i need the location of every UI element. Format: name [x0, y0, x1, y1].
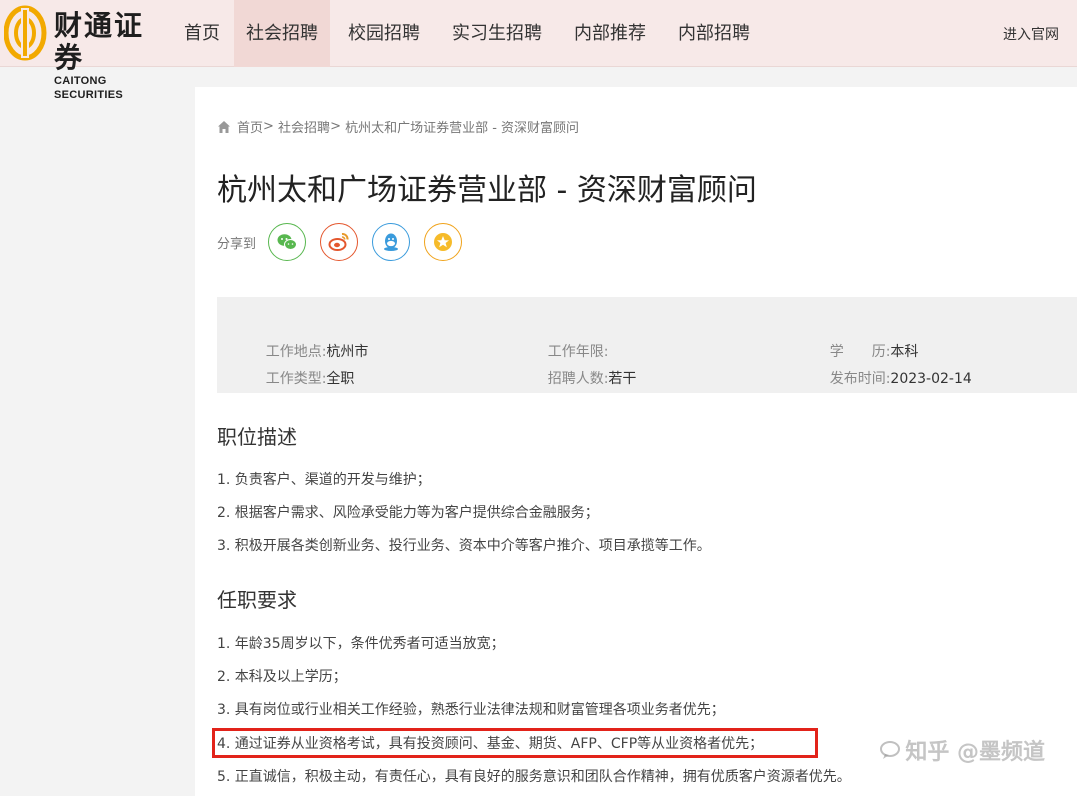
top-navigation-bar: 财通证券 CAITONG SECURITIES 首页 社会招聘 校园招聘 实习生… — [0, 0, 1077, 101]
home-icon — [218, 120, 230, 133]
breadcrumb-separator: > — [263, 119, 279, 134]
caitong-logo-mark-icon — [4, 5, 47, 61]
info-job-type: 工作类型:全职 — [239, 349, 355, 409]
info-value: 若干 — [608, 371, 637, 387]
logo-text: 财通证券 CAITONG SECURITIES — [54, 10, 170, 102]
share-favorite-button[interactable] — [424, 223, 463, 261]
highlight-annotation-box — [212, 728, 818, 758]
official-site-link[interactable]: 进入官网 — [1003, 24, 1059, 44]
nav-campus-recruitment[interactable]: 校园招聘 — [334, 0, 434, 67]
requirement-item: 2. 本科及以上学历； — [217, 669, 347, 685]
weibo-icon — [328, 233, 349, 251]
nav-internal-recruitment[interactable]: 内部招聘 — [664, 0, 764, 67]
share-qq-button[interactable] — [372, 223, 411, 261]
info-publish-date: 发布时间:2023-02-14 — [803, 349, 972, 409]
qq-icon — [384, 233, 399, 251]
description-item: 1. 负责客户、渠道的开发与维护； — [217, 472, 431, 488]
requirement-item: 5. 正直诚信，积极主动，有责任心，具有良好的服务意识和团队合作精神，拥有优质客… — [217, 769, 851, 785]
watermark: 知乎 @墨频道 — [879, 734, 1045, 766]
info-value: 全职 — [326, 371, 355, 387]
logo-name-cn: 财通证券 — [54, 9, 145, 74]
wechat-icon — [277, 234, 298, 250]
nav-social-recruitment[interactable]: 社会招聘 — [234, 0, 330, 67]
share-weibo-button[interactable] — [320, 223, 359, 261]
share-wechat-button[interactable] — [268, 223, 307, 261]
logo-name-en: CAITONG SECURITIES — [54, 75, 124, 101]
info-label: 招聘人数: — [547, 371, 609, 387]
share-label: 分享到 — [217, 236, 257, 252]
main-nav: 首页 社会招聘 校园招聘 实习生招聘 内部推荐 内部招聘 — [170, 0, 764, 67]
nav-intern-recruitment[interactable]: 实习生招聘 — [438, 0, 556, 67]
breadcrumb: 首页 > 社会招聘 > 杭州太和广场证券营业部 - 资深财富顾问 — [217, 117, 579, 136]
nav-internal-referral[interactable]: 内部推荐 — [560, 0, 660, 67]
requirements-section-title: 任职要求 — [217, 588, 297, 612]
caitong-logo[interactable]: 财通证券 CAITONG SECURITIES — [4, 4, 170, 101]
share-bar: 分享到 — [217, 223, 476, 261]
favorite-star-icon — [434, 233, 453, 251]
description-item: 2. 根据客户需求、风险承受能力等为客户提供综合金融服务； — [217, 505, 599, 521]
page-title: 杭州太和广场证券营业部 - 资深财富顾问 — [217, 173, 757, 208]
job-info-box: 工作地点:杭州市 工作年限: 学 历:本科 工作类型:全职 招聘人数:若干 发布… — [217, 297, 1077, 393]
description-item: 3. 积极开展各类创新业务、投行业务、资本中介等客户推介、项目承揽等工作。 — [217, 538, 711, 554]
breadcrumb-home[interactable]: 首页 — [237, 117, 263, 136]
breadcrumb-current: 杭州太和广场证券营业部 - 资深财富顾问 — [345, 121, 580, 136]
requirement-item: 3. 具有岗位或行业相关工作经验，熟悉行业法律法规和财富管理各项业务者优先； — [217, 702, 725, 718]
info-label: 发布时间: — [829, 371, 891, 387]
info-headcount: 招聘人数:若干 — [521, 349, 637, 409]
info-label: 工作类型: — [265, 371, 327, 387]
watermark-text: 知乎 @墨频道 — [905, 740, 1045, 765]
info-value: 2023-02-14 — [890, 371, 972, 387]
breadcrumb-separator: > — [330, 119, 346, 134]
requirement-item: 1. 年龄35周岁以下，条件优秀者可适当放宽； — [217, 636, 505, 652]
job-detail-card: 首页 > 社会招聘 > 杭州太和广场证券营业部 - 资深财富顾问 杭州太和广场证… — [195, 87, 1077, 796]
description-section-title: 职位描述 — [217, 425, 297, 449]
breadcrumb-social-recruitment[interactable]: 社会招聘 — [278, 117, 330, 136]
nav-home[interactable]: 首页 — [170, 0, 234, 67]
chat-bubble-icon — [880, 741, 901, 759]
